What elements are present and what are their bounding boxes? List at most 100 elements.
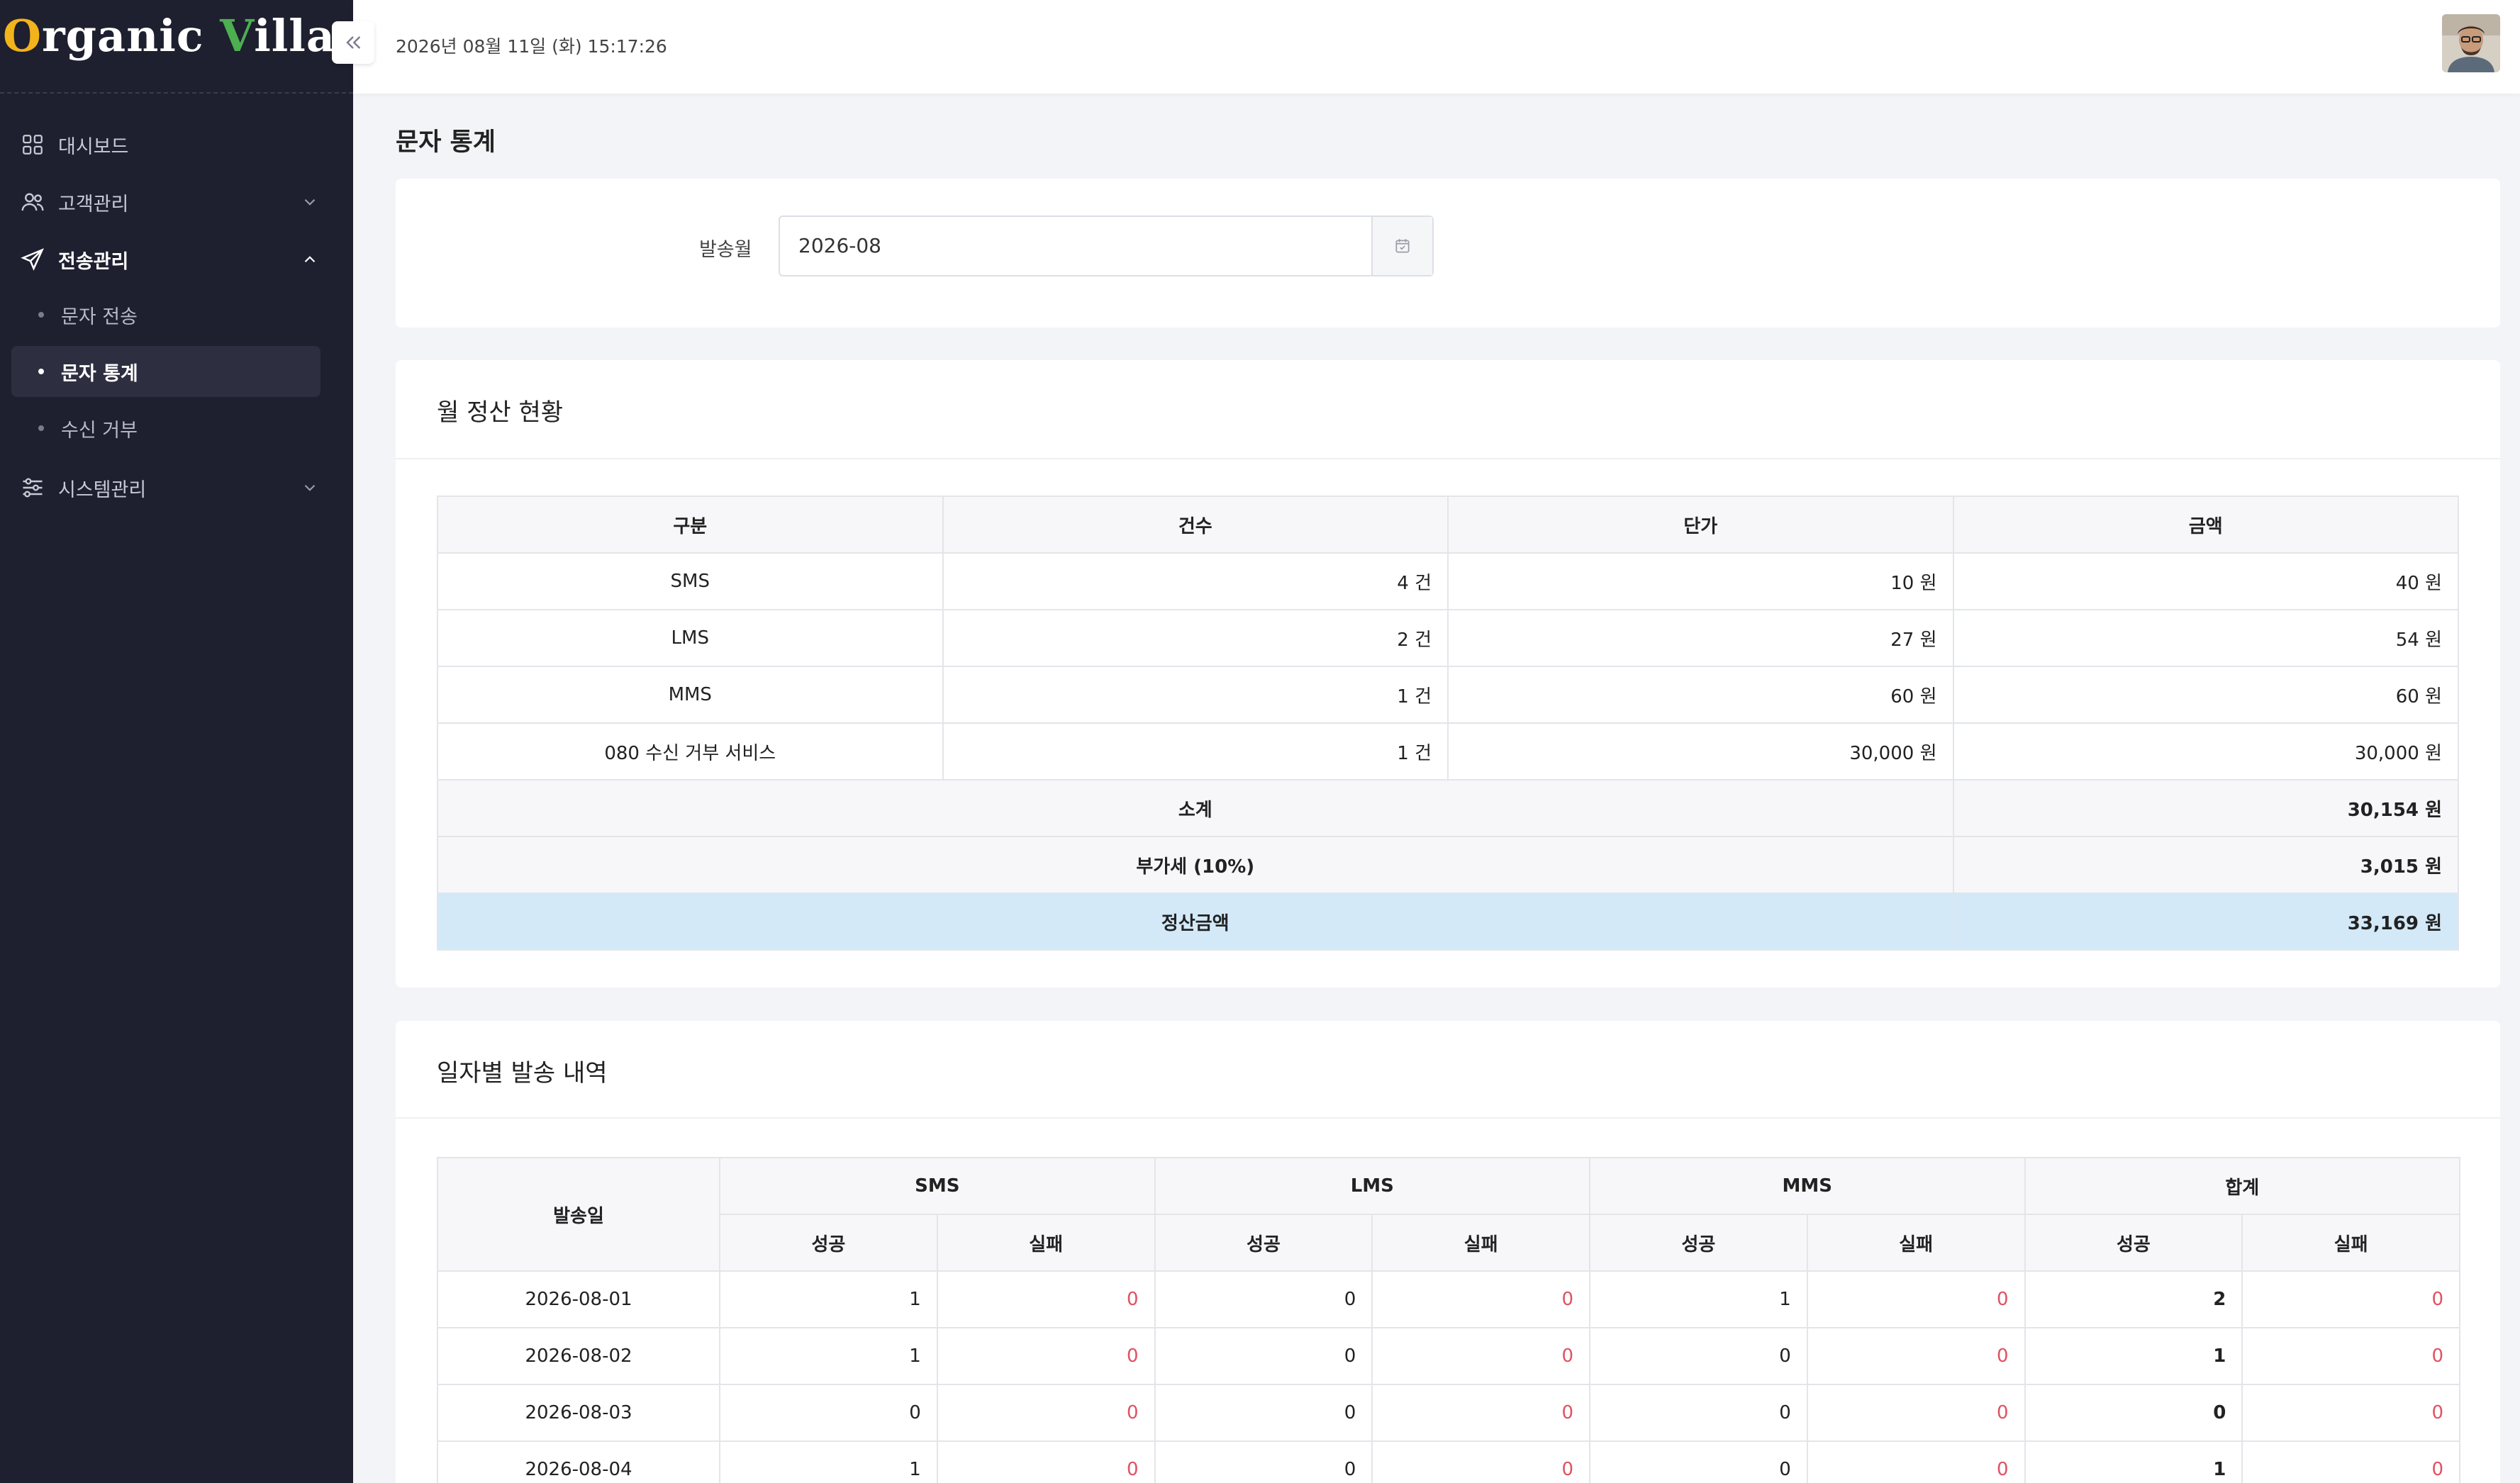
logo-area: Organic Villages <box>0 0 420 94</box>
table-header-row: 구분 건수 단가 금액 <box>437 496 2459 554</box>
success-cell: 0 <box>1589 1327 1808 1385</box>
table-cell: 30,000 원 <box>1952 722 2459 780</box>
total-fail-cell: 0 <box>2241 1327 2461 1385</box>
success-cell: 1 <box>1589 1270 1808 1328</box>
total-success-cell: 2 <box>2024 1270 2243 1328</box>
top-header: 2026년 08월 11일 (화) 15:17:26 <box>353 0 2520 94</box>
fail-cell: 0 <box>1371 1440 1591 1483</box>
column-header: 단가 <box>1447 496 1954 554</box>
table-cell: 1 건 <box>942 722 1449 780</box>
column-header: 건수 <box>942 496 1449 554</box>
date-cell: 2026-08-02 <box>437 1327 720 1385</box>
subtotal-row: 소계 30,154 원 <box>437 779 2459 837</box>
subtotal-label: 소계 <box>437 779 1954 837</box>
table-cell: LMS <box>437 609 944 667</box>
settlement-table: 구분 건수 단가 금액 SMS 4 건 10 원 40 원 LMS 2 건 27… <box>437 496 2459 951</box>
table-cell: 1 건 <box>942 666 1449 724</box>
dashboard-grid-icon <box>17 129 48 160</box>
group-header-sms: SMS <box>719 1157 1156 1215</box>
column-header: 구분 <box>437 496 944 554</box>
sidebar-subitem-label: 문자 전송 <box>61 306 138 328</box>
sidebar-item-label: 고객관리 <box>58 193 129 216</box>
sidebar-subitem-send-sms[interactable]: 문자 전송 <box>11 289 320 340</box>
date-cell: 2026-08-03 <box>437 1384 720 1442</box>
table-cell: 2 건 <box>942 609 1449 667</box>
table-header-row: 발송일 SMS LMS MMS 합계 <box>437 1157 2461 1272</box>
table-row: 2026-08-01 1 0 0 0 1 0 2 0 <box>437 1270 2461 1328</box>
divider <box>396 458 2500 459</box>
total-label: 정산금액 <box>437 892 1954 951</box>
success-cell: 0 <box>1154 1440 1373 1483</box>
vat-value: 3,015 원 <box>1952 836 2459 894</box>
success-cell: 0 <box>719 1384 938 1442</box>
column-header: 성공 <box>1589 1214 1808 1272</box>
total-success-cell: 1 <box>2024 1440 2243 1483</box>
fail-cell: 0 <box>936 1384 1156 1442</box>
user-avatar-image <box>2442 14 2500 72</box>
group-header-total: 합계 <box>2024 1157 2461 1215</box>
calendar-icon <box>1395 239 1410 253</box>
table-cell: 080 수신 거부 서비스 <box>437 722 944 780</box>
sidebar-item-label: 전송관리 <box>58 250 129 273</box>
table-cell: 54 원 <box>1952 609 2459 667</box>
column-header: 성공 <box>719 1214 938 1272</box>
success-cell: 1 <box>719 1270 938 1328</box>
divider <box>396 1117 2500 1119</box>
date-cell: 2026-08-01 <box>437 1270 720 1328</box>
bullet-icon <box>38 369 44 374</box>
success-cell: 1 <box>719 1327 938 1385</box>
calendar-button[interactable] <box>1371 217 1432 275</box>
total-success-cell: 1 <box>2024 1327 2243 1385</box>
total-row: 정산금액 33,169 원 <box>437 892 2459 951</box>
send-month-input[interactable]: 2026-08 <box>779 216 1434 276</box>
avatar[interactable] <box>2442 14 2500 72</box>
settlement-card: 월 정산 현황 구분 건수 단가 금액 SMS 4 건 10 원 40 원 LM… <box>396 360 2500 987</box>
sidebar-item-customers[interactable]: 고객관리 <box>14 177 326 227</box>
sidebar-subitem-label: 문자 통계 <box>61 362 138 385</box>
table-cell: 60 원 <box>1952 666 2459 724</box>
column-header: 성공 <box>1154 1214 1373 1272</box>
sidebar-subitem-label: 수신 거부 <box>61 419 138 442</box>
sidebar-subitem-reject[interactable]: 수신 거부 <box>11 403 320 454</box>
bullet-icon <box>38 425 44 431</box>
page-title: 문자 통계 <box>396 128 496 157</box>
subtotal-value: 30,154 원 <box>1952 779 2459 837</box>
send-month-value[interactable]: 2026-08 <box>780 217 1371 275</box>
group-header-lms: LMS <box>1154 1157 1591 1215</box>
date-cell: 2026-08-04 <box>437 1440 720 1483</box>
success-cell: 0 <box>1154 1384 1373 1442</box>
table-row: 2026-08-03 0 0 0 0 0 0 0 0 <box>437 1384 2461 1442</box>
table-cell: 60 원 <box>1447 666 1954 724</box>
group-header-mms: MMS <box>1589 1157 2026 1215</box>
total-value: 33,169 원 <box>1952 892 2459 951</box>
sidebar-collapse-button[interactable] <box>332 21 374 64</box>
column-header: 실패 <box>936 1214 1156 1272</box>
table-row: MMS 1 건 60 원 60 원 <box>437 666 2459 724</box>
users-icon <box>17 186 48 218</box>
success-cell: 0 <box>1589 1440 1808 1483</box>
fail-cell: 0 <box>936 1270 1156 1328</box>
success-cell: 1 <box>719 1440 938 1483</box>
send-month-label: 발송월 <box>699 239 752 261</box>
sidebar-item-dashboard[interactable]: 대시보드 <box>14 120 326 169</box>
sliders-icon <box>17 472 48 503</box>
current-datetime: 2026년 08월 11일 (화) 15:17:26 <box>396 36 667 57</box>
fail-cell: 0 <box>1371 1327 1591 1385</box>
fail-cell: 0 <box>1806 1384 2026 1442</box>
success-cell: 0 <box>1589 1384 1808 1442</box>
table-row: 2026-08-04 1 0 0 0 0 0 1 0 <box>437 1440 2461 1483</box>
sidebar: Organic Villages 대시보드 고객관리 전송관리 문자 전송 <box>0 0 420 1483</box>
fail-cell: 0 <box>1371 1384 1591 1442</box>
table-row: 080 수신 거부 서비스 1 건 30,000 원 30,000 원 <box>437 722 2459 780</box>
vat-row: 부가세 (10%) 3,015 원 <box>437 836 2459 894</box>
table-cell: MMS <box>437 666 944 724</box>
vat-label: 부가세 (10%) <box>437 836 1954 894</box>
total-fail-cell: 0 <box>2241 1440 2461 1483</box>
sidebar-item-send-management[interactable]: 전송관리 <box>14 235 326 284</box>
sidebar-subitem-sms-stats[interactable]: 문자 통계 <box>11 346 320 397</box>
sidebar-item-system[interactable]: 시스템관리 <box>14 463 326 513</box>
total-fail-cell: 0 <box>2241 1270 2461 1328</box>
table-subheader-row: 성공 실패 성공 실패 성공 실패 성공 실패 <box>437 1214 2461 1272</box>
fail-cell: 0 <box>1371 1270 1591 1328</box>
table-cell: 40 원 <box>1952 552 2459 610</box>
